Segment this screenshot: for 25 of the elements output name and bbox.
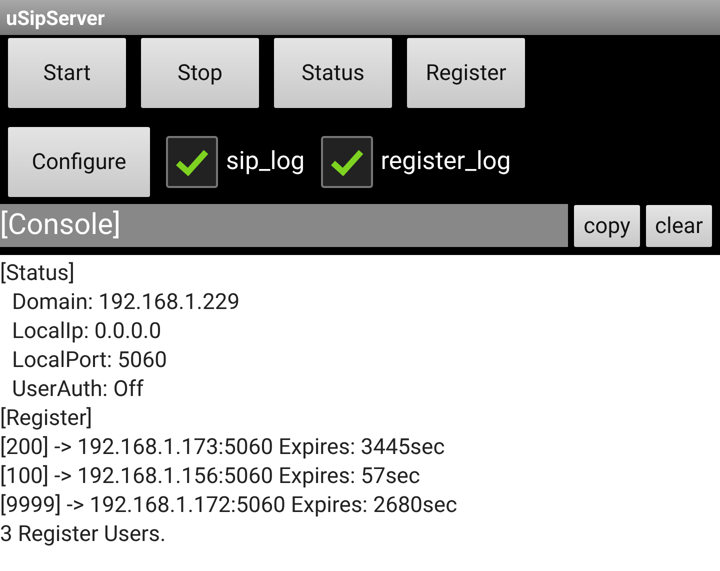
console-line: [Status] — [0, 260, 76, 288]
window-title: uSipServer — [6, 4, 105, 32]
checkmark-icon — [175, 148, 209, 176]
console-line: [200] -> 192.168.1.173:5060 Expires: 3445sec — [0, 434, 446, 462]
console-line: [9999] -> 192.168.1.172:5060 Expires: 2680sec — [0, 492, 458, 520]
checkbox[interactable] — [166, 136, 218, 188]
console-line: LocalIp: 0.0.0.0 — [11, 318, 162, 346]
console-button[interactable]: copy — [574, 205, 640, 247]
console-line: [Register] — [0, 405, 94, 433]
checkbox-label: sip_log — [226, 146, 305, 178]
console-line: LocalPort: 5060 — [11, 347, 168, 375]
configure-button[interactable]: Configure — [8, 127, 150, 197]
action-button[interactable]: Start — [8, 38, 126, 108]
console-line: 3 Register Users. — [0, 521, 167, 549]
action-button[interactable]: Status — [274, 38, 392, 108]
console-title: [Console] — [0, 211, 121, 240]
checkmark-icon — [330, 148, 364, 176]
action-button[interactable]: Stop — [141, 38, 259, 108]
console-line: Domain: 192.168.1.229 — [11, 289, 241, 317]
console-button[interactable]: clear — [646, 205, 712, 247]
checkbox[interactable] — [320, 136, 373, 188]
action-button[interactable]: Register — [407, 38, 525, 108]
console-line: [100] -> 192.168.1.156:5060 Expires: 57sec — [0, 463, 421, 491]
checkbox-label: register_log — [380, 146, 511, 178]
console-line: UserAuth: Off — [11, 376, 145, 404]
